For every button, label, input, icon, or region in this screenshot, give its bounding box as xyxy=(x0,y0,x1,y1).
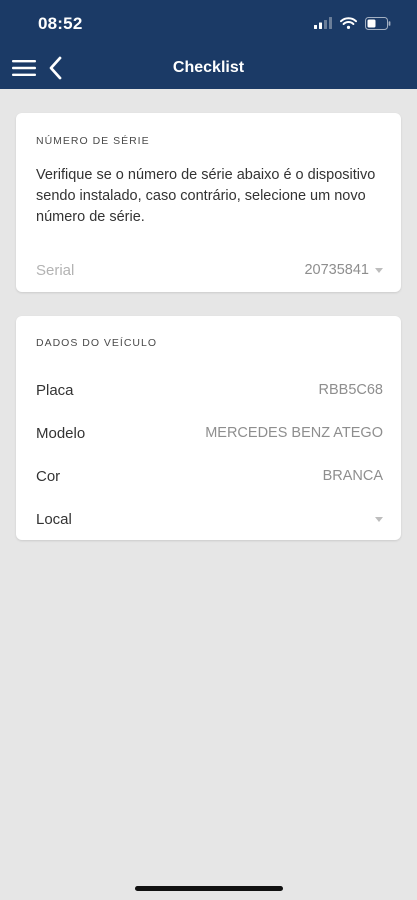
local-label: Local xyxy=(36,510,72,528)
vehicle-row-modelo: Modelo MERCEDES BENZ ATEGO xyxy=(36,421,383,445)
home-indicator[interactable] xyxy=(135,886,283,891)
local-value-wrap xyxy=(369,516,383,522)
page-title: Checklist xyxy=(172,59,245,76)
serial-select[interactable]: Serial 20735841 xyxy=(36,258,383,282)
vehicle-card-heading: DADOS DO VEÍCULO xyxy=(36,337,158,349)
vehicle-row-placa: Placa RBB5C68 xyxy=(36,378,383,402)
wifi-icon xyxy=(340,17,357,29)
cor-label: Cor xyxy=(36,467,61,485)
modelo-value: MERCEDES BENZ ATEGO xyxy=(205,425,383,441)
serial-label: Serial xyxy=(36,261,75,279)
serial-card-description: Verifique se o número de série abaixo é … xyxy=(36,167,376,225)
app-header: 08:52 Checklist xyxy=(0,0,417,89)
cor-value: BRANCA xyxy=(322,468,383,484)
dropdown-caret-icon xyxy=(375,516,383,522)
serial-number-card: NÚMERO DE SÉRIE Verifique se o número de… xyxy=(16,113,401,292)
placa-label: Placa xyxy=(36,381,74,399)
battery-icon xyxy=(365,16,391,30)
serial-value: 20735841 xyxy=(304,262,369,278)
local-select[interactable]: Local xyxy=(36,507,383,531)
serial-card-heading: NÚMERO DE SÉRIE xyxy=(36,135,150,147)
modelo-label: Modelo xyxy=(36,424,86,442)
status-icons xyxy=(314,15,391,31)
placa-value: RBB5C68 xyxy=(318,382,383,398)
serial-value-wrap: 20735841 xyxy=(304,262,383,278)
vehicle-row-cor: Cor BRANCA xyxy=(36,464,383,488)
cellular-signal-icon xyxy=(314,17,332,29)
vehicle-data-card: DADOS DO VEÍCULO Placa RBB5C68 Modelo ME… xyxy=(16,316,401,540)
dropdown-caret-icon xyxy=(375,267,383,273)
status-time: 08:52 xyxy=(38,14,83,33)
